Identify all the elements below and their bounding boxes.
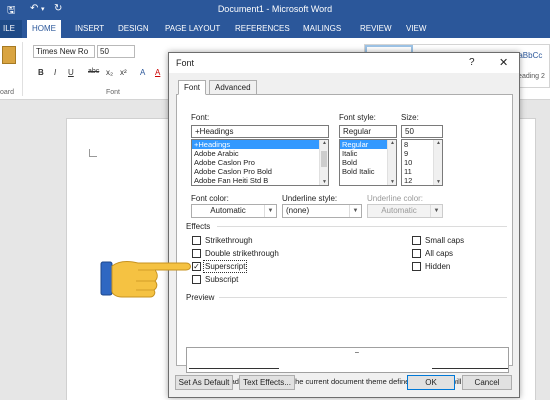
- font-list-item[interactable]: Adobe Caslon Pro: [192, 158, 328, 167]
- size-input[interactable]: 50: [401, 125, 443, 138]
- superscript-label[interactable]: Superscript: [202, 260, 248, 273]
- hidden-label[interactable]: Hidden: [425, 262, 450, 271]
- font-style-label: Font style:: [339, 113, 376, 122]
- tab-review[interactable]: REVIEW: [360, 20, 392, 38]
- chevron-down-icon[interactable]: ▼: [264, 205, 276, 217]
- strikethrough-button[interactable]: abc: [88, 68, 99, 75]
- scroll-up-icon[interactable]: ▲: [321, 140, 328, 146]
- tab-mailings[interactable]: MAILINGS: [303, 20, 341, 38]
- group-divider: [22, 42, 23, 96]
- tab-design[interactable]: DESIGN: [118, 20, 149, 38]
- font-style-input[interactable]: Regular: [339, 125, 397, 138]
- italic-button[interactable]: I: [54, 68, 56, 77]
- font-list-item[interactable]: Adobe Fan Heiti Std B: [192, 176, 328, 185]
- size-list-scrollbar[interactable]: ▲ ▼: [433, 140, 442, 185]
- small-caps-label[interactable]: Small caps: [425, 236, 464, 245]
- scroll-down-icon[interactable]: ▼: [321, 179, 328, 185]
- preview-divider: [219, 297, 507, 298]
- all-caps-label[interactable]: All caps: [425, 249, 453, 258]
- cancel-button[interactable]: Cancel: [462, 375, 512, 390]
- ok-button[interactable]: OK: [407, 375, 455, 390]
- preview-baseline-right: [432, 368, 508, 369]
- text-effects-icon[interactable]: A: [140, 68, 145, 77]
- font-size-box[interactable]: 50: [97, 45, 135, 58]
- help-button[interactable]: ?: [469, 57, 475, 68]
- font-list-item[interactable]: Adobe Arabic: [192, 149, 328, 158]
- dialog-title: Font: [176, 58, 195, 68]
- tab-references[interactable]: REFERENCES: [235, 20, 290, 38]
- small-caps-checkbox[interactable]: [412, 236, 421, 245]
- font-style-scrollbar[interactable]: ▲ ▼: [387, 140, 396, 185]
- font-group-label: Font: [106, 89, 121, 96]
- underline-style-label: Underline style:: [282, 194, 338, 203]
- font-color-icon[interactable]: A: [155, 68, 160, 77]
- scroll-down-icon[interactable]: ▼: [435, 179, 442, 185]
- tab-page-layout[interactable]: PAGE LAYOUT: [165, 20, 220, 38]
- chevron-down-icon[interactable]: ▼: [349, 205, 361, 217]
- underline-color-value: Automatic: [381, 206, 417, 215]
- font-dialog: Font ? ✕ Font Advanced Font: +Headings +…: [168, 52, 520, 398]
- preview-baseline-left: [189, 368, 279, 369]
- tab-home[interactable]: HOME: [27, 20, 61, 38]
- hidden-checkbox[interactable]: [412, 262, 421, 271]
- underline-button[interactable]: U: [68, 68, 74, 77]
- tab-insert[interactable]: INSERT: [75, 20, 104, 38]
- chevron-down-icon: ▼: [430, 205, 442, 217]
- strikethrough-label[interactable]: Strikethrough: [205, 236, 253, 245]
- underline-style-value: (none): [286, 206, 310, 215]
- effects-divider: [217, 226, 507, 227]
- ribbon-tab-bar: ILE HOME INSERT DESIGN PAGE LAYOUT REFER…: [0, 20, 550, 38]
- clipboard-group-label: oard: [0, 89, 15, 96]
- scroll-down-icon[interactable]: ▼: [389, 179, 396, 185]
- size-label: Size:: [401, 113, 419, 122]
- font-color-dropdown[interactable]: Automatic ▼: [191, 204, 277, 218]
- superscript-button[interactable]: x²: [120, 68, 127, 77]
- underline-style-dropdown[interactable]: (none) ▼: [282, 204, 362, 218]
- margin-corner-mark: [89, 149, 97, 157]
- font-tab-panel: Font: +Headings +Headings Adobe Arabic A…: [176, 94, 513, 386]
- preview-box: –: [186, 347, 509, 373]
- effects-title: Effects: [186, 222, 211, 231]
- scroll-up-icon[interactable]: ▲: [435, 140, 442, 146]
- font-name-box[interactable]: Times New Ro: [33, 45, 95, 58]
- close-icon[interactable]: ✕: [499, 56, 508, 69]
- double-strikethrough-label[interactable]: Double strikethrough: [205, 249, 279, 258]
- underline-color-dropdown: Automatic ▼: [367, 204, 443, 218]
- font-list-item[interactable]: Adobe Caslon Pro Bold: [192, 167, 328, 176]
- scroll-thumb[interactable]: [321, 151, 327, 167]
- underline-color-label: Underline color:: [367, 194, 424, 203]
- tab-font[interactable]: Font: [178, 80, 207, 95]
- pointing-hand-icon: [100, 260, 191, 298]
- strikethrough-checkbox[interactable]: [192, 236, 201, 245]
- preview-sample: –: [355, 349, 359, 356]
- font-color-value: Automatic: [210, 206, 246, 215]
- tab-advanced[interactable]: Advanced: [209, 80, 257, 95]
- subscript-button[interactable]: x₂: [106, 68, 113, 77]
- size-list[interactable]: 8 9 10 11 12 ▲ ▼: [401, 139, 443, 186]
- font-input[interactable]: +Headings: [191, 125, 329, 138]
- window-title: Document1 - Microsoft Word: [217, 4, 333, 14]
- font-list-scrollbar[interactable]: ▲ ▼: [319, 140, 328, 185]
- subscript-label[interactable]: Subscript: [205, 275, 238, 284]
- set-as-default-button[interactable]: Set As Default: [175, 375, 233, 390]
- font-list-item[interactable]: +Headings: [192, 140, 328, 149]
- scroll-up-icon[interactable]: ▲: [389, 140, 396, 146]
- font-label: Font:: [191, 113, 210, 122]
- font-style-list[interactable]: Regular Italic Bold Bold Italic ▲ ▼: [339, 139, 397, 186]
- tab-file[interactable]: ILE: [0, 20, 22, 38]
- all-caps-checkbox[interactable]: [412, 249, 421, 258]
- tab-view[interactable]: VIEW: [406, 20, 426, 38]
- text-effects-button[interactable]: Text Effects...: [239, 375, 295, 390]
- dialog-title-bar: Font ? ✕: [169, 53, 519, 73]
- paste-icon[interactable]: [2, 46, 16, 64]
- bold-button[interactable]: B: [38, 68, 44, 77]
- title-bar: 🖫 ↶ ▾ ↻ Document1 - Microsoft Word: [0, 0, 550, 20]
- font-list[interactable]: +Headings Adobe Arabic Adobe Caslon Pro …: [191, 139, 329, 186]
- font-color-label: Font color:: [191, 194, 229, 203]
